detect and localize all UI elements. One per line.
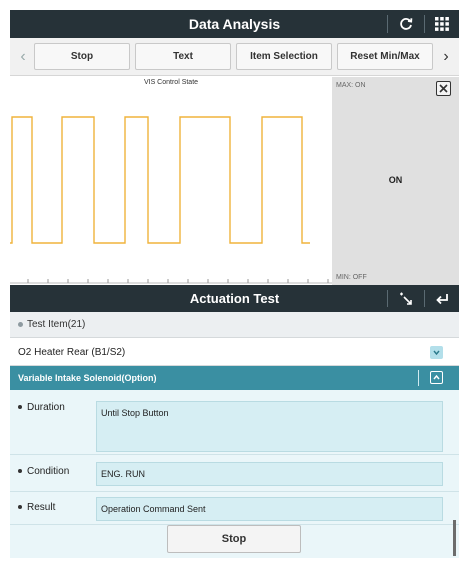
close-icon[interactable] [436,81,451,96]
bullet-icon [18,469,22,474]
bullet-icon [18,321,23,327]
back-arrow-icon[interactable] [425,285,459,312]
header-divider [387,15,388,33]
chart-area: VIS Control State [10,77,332,285]
waveform-chart [10,116,332,284]
list-item-label: O2 Heater Rear (B1/S2) [18,347,126,358]
series-line [10,116,310,244]
collapse-icon[interactable] [430,371,443,384]
stop-button[interactable]: Stop [167,525,301,553]
bullet-icon [18,405,22,410]
item-selection-button[interactable]: Item Selection [236,43,332,70]
result-value: Operation Command Sent [96,497,443,521]
duration-value: Until Stop Button [96,401,443,452]
chevron-right-icon[interactable]: › [437,43,455,70]
test-item-header: Test Item(21) [10,312,459,338]
app-frame: Data Analysis ‹ Stop Text Item Selection… [10,10,459,558]
list-item-label: Variable Intake Solenoid(Option) [18,373,157,383]
row-divider [418,370,419,386]
test-item-count: Test Item(21) [27,319,86,330]
detail-row-result: Result Operation Command Sent [10,492,459,525]
max-label: MAX: ON [336,82,366,89]
actuation-test-header: Actuation Test [10,285,459,312]
current-value: ON [388,175,403,185]
detail-key: Duration [18,402,65,413]
touch-select-icon[interactable] [389,285,423,312]
detail-key: Condition [18,466,69,477]
header-divider [387,290,388,307]
text-button[interactable]: Text [135,43,231,70]
expand-icon[interactable] [430,346,443,359]
detail-row-duration: Duration Until Stop Button [10,390,459,455]
reset-min-max-button[interactable]: Reset Min/Max [337,43,433,70]
stop-button[interactable]: Stop [34,43,130,70]
bullet-icon [18,505,22,510]
grid-menu-icon[interactable] [425,10,459,38]
min-label: MIN: OFF [336,274,367,281]
data-analysis-header: Data Analysis [10,10,459,38]
detail-key: Result [18,502,55,513]
detail-row-condition: Condition ENG. RUN [10,455,459,492]
list-item[interactable]: O2 Heater Rear (B1/S2) [10,340,459,366]
refresh-icon[interactable] [389,10,423,38]
x-axis-ticks [10,279,332,284]
condition-value: ENG. RUN [96,462,443,486]
scrollbar[interactable] [453,520,456,556]
chevron-left-icon[interactable]: ‹ [14,43,32,70]
toolbar: ‹ Stop Text Item Selection Reset Min/Max… [10,38,459,76]
value-panel: MAX: ON ON MIN: OFF [332,77,459,285]
list-item-selected[interactable]: Variable Intake Solenoid(Option) [10,366,459,390]
